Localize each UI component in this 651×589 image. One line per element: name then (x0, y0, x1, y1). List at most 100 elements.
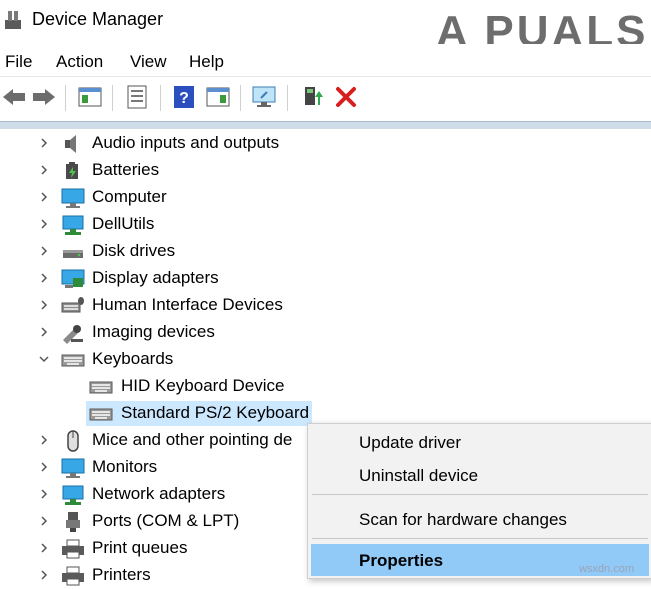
tree-item-label: Ports (COM & LPT) (92, 511, 240, 530)
tree-item-label: Display adapters (92, 268, 219, 287)
action-pane-icon (206, 87, 230, 107)
tree-item-label: Print queues (92, 538, 188, 557)
properties-toolbar-button[interactable] (123, 83, 151, 111)
update-driver-button[interactable] (299, 83, 327, 111)
chevron-right-icon[interactable] (37, 325, 51, 339)
menu-file[interactable]: File (5, 52, 32, 72)
toolbar: ? (0, 77, 651, 121)
chevron-right-icon[interactable] (37, 163, 51, 177)
chevron-right-icon[interactable] (37, 514, 51, 528)
tree-item-label: Computer (92, 187, 167, 206)
show-hide-console-tree-icon (78, 87, 102, 107)
uninstall-device-menu-item[interactable]: Uninstall device (308, 459, 651, 491)
tree-item-mice[interactable]: Mice and other pointing de (0, 427, 330, 454)
hid-icon (61, 297, 84, 313)
printer-icon (62, 566, 84, 586)
back-arrow-icon (3, 89, 25, 105)
tree-item-label: Batteries (92, 160, 160, 179)
menu-item-label: Scan for hardware changes (359, 510, 567, 529)
monitor-icon (61, 458, 85, 478)
action-pane-button[interactable] (204, 83, 232, 111)
update-driver-menu-item[interactable]: Update driver (308, 426, 651, 458)
printer-icon (62, 539, 84, 559)
tree-item-label: Audio inputs and outputs (92, 133, 280, 152)
tree-item-label: Mice and other pointing de (92, 430, 293, 449)
tree-item-printers[interactable]: Printers (0, 562, 330, 589)
uninstall-icon (336, 87, 356, 107)
tree-item-ps2-keyboard[interactable]: Standard PS/2 Keyboard (0, 400, 330, 427)
tree-item-label: Disk drives (92, 241, 176, 260)
menu-help[interactable]: Help (189, 52, 224, 72)
tree-item-computer[interactable]: Computer (0, 184, 330, 211)
chevron-right-icon[interactable] (37, 568, 51, 582)
toolbar-separator (65, 85, 66, 111)
tree-item-print-queues[interactable]: Print queues (0, 535, 330, 562)
tree-item-label: DellUtils (92, 214, 155, 233)
uninstall-button[interactable] (332, 83, 360, 111)
mouse-icon (67, 430, 79, 452)
chevron-down-icon[interactable] (37, 352, 51, 366)
tree-item-label: Standard PS/2 Keyboard (121, 403, 310, 422)
tree-item-ports[interactable]: Ports (COM & LPT) (0, 508, 330, 535)
display-adapter-icon (61, 269, 85, 288)
scan-hardware-button[interactable] (250, 83, 278, 111)
help-icon: ? (174, 86, 194, 108)
disk-drive-icon (63, 250, 83, 258)
chevron-right-icon[interactable] (37, 190, 51, 204)
chevron-right-icon[interactable] (37, 541, 51, 555)
chevron-right-icon[interactable] (37, 271, 51, 285)
tree-item-network-adapters[interactable]: Network adapters (0, 481, 330, 508)
back-button[interactable] (0, 83, 28, 111)
tree-item-label: HID Keyboard Device (121, 376, 285, 395)
source-watermark: wsxdn.com (579, 563, 635, 575)
show-hide-tree-button[interactable] (76, 83, 104, 111)
speaker-icon (65, 135, 76, 153)
chevron-right-icon[interactable] (37, 298, 51, 312)
keyboard-icon (89, 408, 113, 421)
window-title: Device Manager (32, 9, 164, 29)
menu-separator (312, 494, 648, 495)
tree-item-display-adapters[interactable]: Display adapters (0, 265, 330, 292)
tree-item-keyboards[interactable]: Keyboards (0, 346, 330, 373)
menu-view[interactable]: View (130, 52, 167, 72)
chevron-right-icon[interactable] (37, 244, 51, 258)
menu-action[interactable]: Action (56, 52, 103, 72)
battery-icon (66, 162, 78, 179)
help-button[interactable]: ? (170, 83, 198, 111)
camera-icon (63, 325, 83, 344)
context-menu: Update driver Uninstall device Scan for … (307, 423, 651, 579)
menu-item-label: Properties (359, 551, 444, 570)
tree-item-audio[interactable]: Audio inputs and outputs (0, 130, 330, 157)
menu-bar: File Action View Help (0, 44, 651, 77)
forward-button[interactable] (30, 83, 58, 111)
tree-item-monitors[interactable]: Monitors (0, 454, 330, 481)
chevron-right-icon[interactable] (37, 136, 51, 150)
toolbar-separator (240, 85, 241, 111)
tree-item-hid[interactable]: Human Interface Devices (0, 292, 330, 319)
chevron-right-icon[interactable] (37, 487, 51, 501)
toolbar-separator (112, 85, 113, 111)
chevron-right-icon[interactable] (37, 460, 51, 474)
tree-item-hid-keyboard[interactable]: HID Keyboard Device (0, 373, 330, 400)
chevron-right-icon[interactable] (37, 217, 51, 231)
scan-hardware-menu-item[interactable]: Scan for hardware changes (308, 503, 651, 535)
port-icon (66, 512, 80, 532)
tree-item-label: Keyboards (92, 349, 174, 368)
menu-item-label: Update driver (359, 433, 462, 452)
tree-item-imaging[interactable]: Imaging devices (0, 319, 330, 346)
tree-item-disk-drives[interactable]: Disk drives (0, 238, 330, 265)
computer-icon (61, 188, 85, 208)
network-adapter-icon (62, 485, 84, 505)
tree-item-batteries[interactable]: Batteries (0, 157, 330, 184)
properties-icon (127, 85, 147, 109)
tree-item-label: Monitors (92, 457, 158, 476)
menu-separator (312, 538, 648, 539)
svg-text:?: ? (179, 90, 189, 107)
tree-item-label: Network adapters (92, 484, 226, 503)
tree-item-label: Printers (92, 565, 151, 584)
tree-item-dellutils[interactable]: DellUtils (0, 211, 330, 238)
chevron-right-icon[interactable] (37, 433, 51, 447)
toolbar-separator (160, 85, 161, 111)
menu-item-label: Uninstall device (359, 466, 479, 485)
tree-item-label: Human Interface Devices (92, 295, 283, 314)
